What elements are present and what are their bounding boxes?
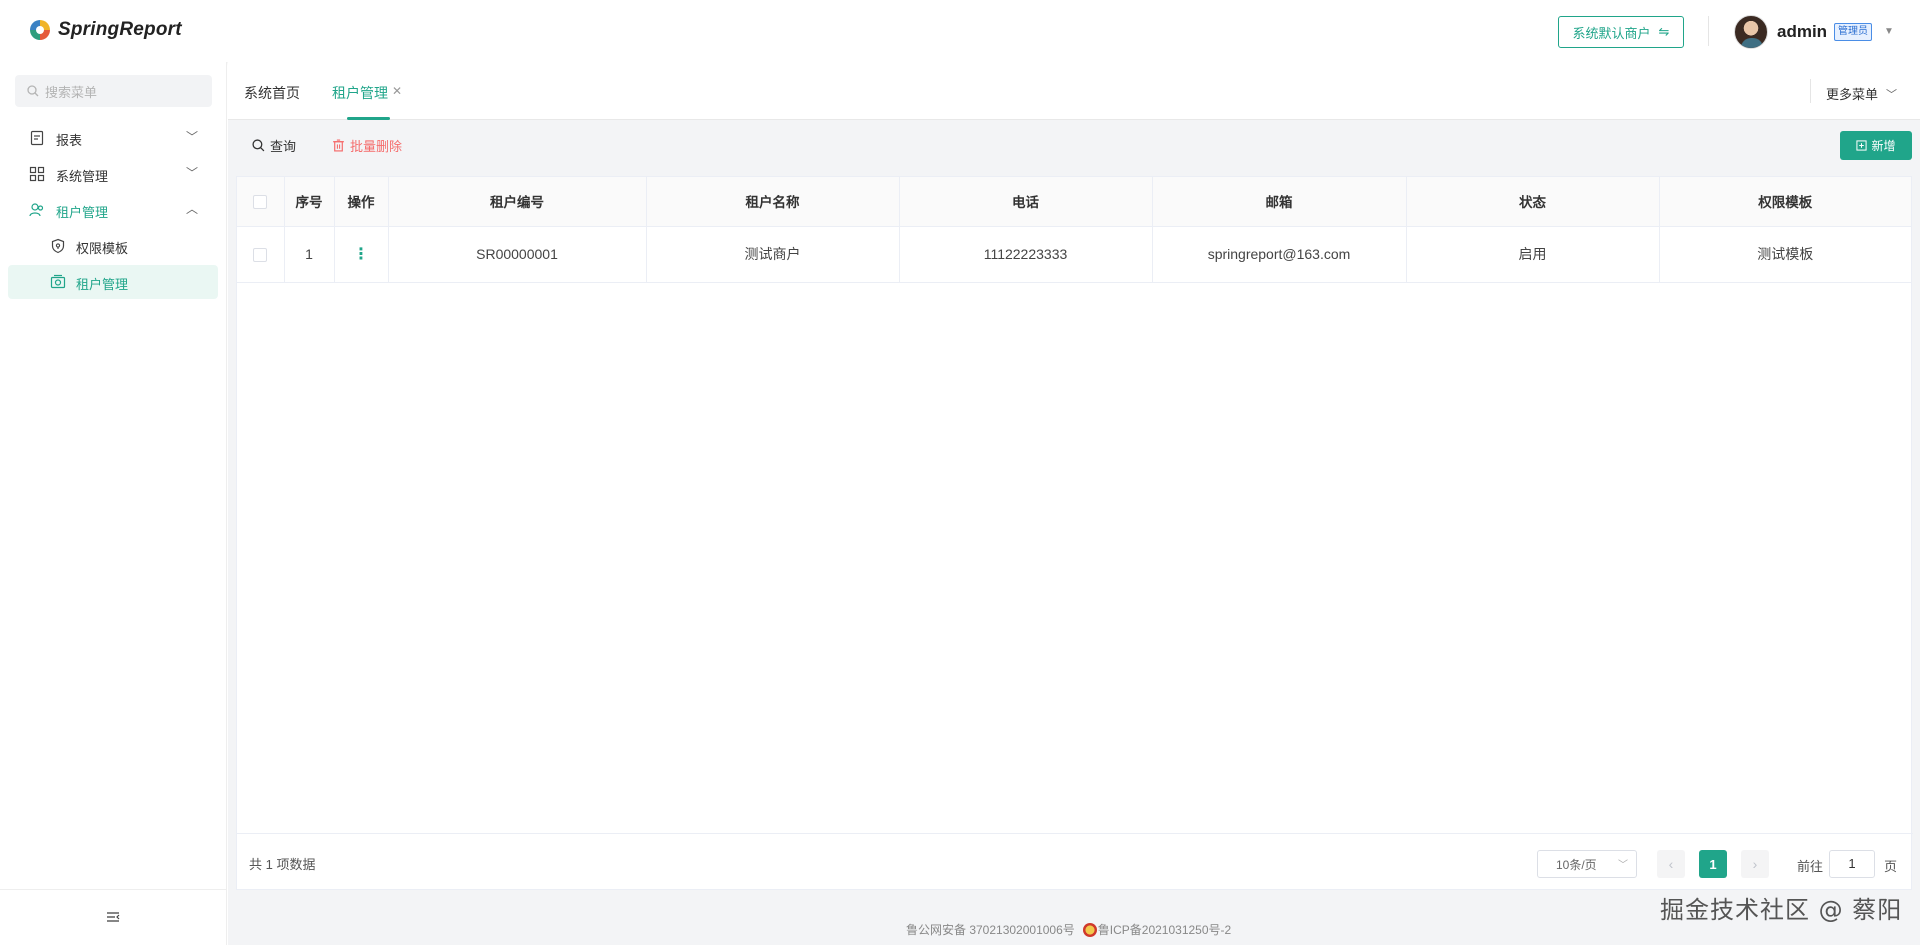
- column-header[interactable]: 租户编号: [388, 177, 647, 227]
- search-button-label: 查询: [270, 139, 297, 154]
- tab-tenant-management[interactable]: 租户管理: [332, 83, 388, 103]
- users-icon: [29, 203, 44, 217]
- prev-page-button[interactable]: ‹: [1657, 850, 1685, 878]
- column-header: 序号: [284, 177, 335, 227]
- app-logo[interactable]: SpringReport: [28, 18, 182, 42]
- sidebar-item-tenant[interactable]: 租户管理 ︿: [0, 193, 227, 227]
- page-number-button[interactable]: 1: [1699, 850, 1727, 878]
- sidebar-item-label: 租户管理: [56, 205, 109, 220]
- tenant-switch-label: 系统默认商户: [1572, 25, 1651, 41]
- close-icon[interactable]: ✕: [392, 84, 402, 98]
- more-menu-dropdown[interactable]: 更多菜单 ﹀: [1826, 84, 1897, 103]
- chevron-right-icon: ›: [1752, 856, 1758, 872]
- menu-search-placeholder: 搜索菜单: [45, 84, 98, 100]
- goto-prefix: 前往: [1797, 859, 1824, 874]
- watermark: 掘金技术社区 @ 蔡阳: [1660, 896, 1903, 924]
- report-icon: [30, 130, 44, 146]
- username[interactable]: admin: [1777, 22, 1827, 42]
- tenant-name: 测试商户: [646, 226, 900, 283]
- sidebar-subitem-label: 租户管理: [76, 277, 129, 292]
- top-header: SpringReport 系统默认商户 ⇋ admin 管理员 ▼: [0, 0, 1920, 62]
- sidebar: 搜索菜单 报表 ﹀ 系统管理 ﹀ 租户管理 ︿ 权限模板 租户管理: [0, 62, 227, 945]
- add-button-label: 新增: [1871, 139, 1896, 153]
- toolbar: 查询 批量删除 新增: [228, 120, 1920, 172]
- avatar[interactable]: [1734, 15, 1768, 49]
- trash-icon: [333, 139, 344, 152]
- tab-bar: 系统首页 租户管理 ✕ 更多菜单 ﹀: [228, 62, 1920, 120]
- table-header-row: 序号 操作 租户编号 租户名称 电话 邮箱 状态 权限模板: [237, 177, 1911, 227]
- plus-square-icon: [1856, 140, 1868, 151]
- sidebar-subitem-permission-template[interactable]: 权限模板: [8, 229, 218, 263]
- search-icon: [27, 85, 39, 97]
- tenant-icon: [50, 274, 66, 289]
- batch-delete-button[interactable]: 批量删除: [332, 136, 402, 155]
- role-badge: 管理员: [1834, 23, 1872, 41]
- sidebar-item-label: 系统管理: [56, 169, 109, 184]
- row-actions-cell: ⋮: [334, 226, 389, 283]
- tenant-phone: 11122223333: [899, 226, 1153, 283]
- batch-delete-label: 批量删除: [350, 139, 403, 154]
- page-size-select[interactable]: 10条/页 ﹀: [1537, 850, 1637, 878]
- pagination-bar: 共 1 项数据 10条/页 ﹀ ‹ 1 › 前往 1 页: [237, 833, 1913, 891]
- sidebar-item-system[interactable]: 系统管理 ﹀: [0, 157, 227, 191]
- tab-home[interactable]: 系统首页: [244, 83, 300, 103]
- tenant-template: 测试模板: [1659, 226, 1911, 283]
- tenant-status: 启用: [1406, 226, 1660, 283]
- icp-record-link[interactable]: 鲁ICP备2021031250号-2: [1098, 921, 1231, 938]
- chevron-left-icon: ‹: [1668, 856, 1674, 872]
- row-checkbox[interactable]: [253, 248, 268, 263]
- row-index: 1: [284, 226, 335, 283]
- column-header[interactable]: 邮箱: [1152, 177, 1407, 227]
- tenant-table: 序号 操作 租户编号 租户名称 电话 邮箱 状态 权限模板 1 ⋮ SR0000…: [237, 177, 1911, 283]
- grid-icon: [29, 166, 45, 182]
- column-header[interactable]: 租户名称: [646, 177, 900, 227]
- select-all-cell: [237, 177, 285, 227]
- shield-icon: [51, 238, 65, 254]
- search-icon: [252, 139, 265, 152]
- chevron-down-icon: ﹀: [1886, 88, 1898, 101]
- sidebar-item-report[interactable]: 报表 ﹀: [0, 121, 227, 155]
- logo-icon: [30, 20, 50, 40]
- police-record-link[interactable]: 鲁公网安备 37021302001006号: [906, 921, 1075, 938]
- menu-search-input[interactable]: 搜索菜单: [15, 75, 212, 107]
- header-divider: [1708, 16, 1709, 46]
- app-name: SpringReport: [58, 19, 182, 40]
- police-badge-icon: [1082, 922, 1097, 937]
- tenant-switch-button[interactable]: 系统默认商户 ⇋: [1558, 16, 1684, 48]
- column-header: 操作: [334, 177, 389, 227]
- table-row[interactable]: 1 ⋮ SR00000001 测试商户 11122223333 springre…: [237, 226, 1911, 283]
- sidebar-subitem-label: 权限模板: [76, 241, 129, 256]
- column-header[interactable]: 状态: [1406, 177, 1660, 227]
- icp-record-group: 鲁ICP备2021031250号-2: [1082, 921, 1231, 938]
- page-size-value: 10条/页: [1556, 857, 1597, 872]
- tenant-code: SR00000001: [388, 226, 647, 283]
- tenant-table-card: 序号 操作 租户编号 租户名称 电话 邮箱 状态 权限模板 1 ⋮ SR0000…: [236, 176, 1913, 891]
- total-count: 共 1 项数据: [249, 857, 316, 872]
- more-menu-label: 更多菜单: [1826, 87, 1879, 102]
- goto-page-input[interactable]: 1: [1829, 850, 1875, 878]
- sidebar-item-label: 报表: [56, 133, 83, 148]
- column-header[interactable]: 权限模板: [1659, 177, 1911, 227]
- caret-down-icon[interactable]: ▼: [1884, 26, 1894, 37]
- next-page-button[interactable]: ›: [1741, 850, 1769, 878]
- column-header[interactable]: 电话: [899, 177, 1153, 227]
- main-content: 查询 批量删除 新增 序号 操作 租户编号 租户名称 电话 邮箱 状态 权限模板…: [228, 120, 1920, 945]
- more-actions-icon[interactable]: ⋮: [353, 246, 369, 263]
- search-button[interactable]: 查询: [252, 136, 296, 155]
- row-select-cell: [237, 226, 285, 283]
- chevron-down-icon: ﹀: [1618, 860, 1628, 871]
- goto-suffix: 页: [1884, 859, 1898, 874]
- select-all-checkbox[interactable]: [253, 194, 268, 209]
- tenant-email: springreport@163.com: [1152, 226, 1407, 283]
- add-button[interactable]: 新增: [1840, 131, 1912, 160]
- chevron-down-icon: ﹀: [186, 130, 199, 144]
- collapse-menu-icon[interactable]: [104, 908, 122, 926]
- beian-records: 鲁公网安备 37021302001006号 鲁ICP备2021031250号-2: [906, 921, 1231, 938]
- chevron-down-icon: ﹀: [186, 166, 199, 180]
- sidebar-subitem-tenant-management[interactable]: 租户管理: [8, 265, 218, 299]
- sidebar-footer: [0, 889, 227, 945]
- chevron-up-icon: ︿: [186, 202, 199, 216]
- tab-divider: [1810, 79, 1811, 103]
- switch-icon: ⇋: [1658, 24, 1670, 39]
